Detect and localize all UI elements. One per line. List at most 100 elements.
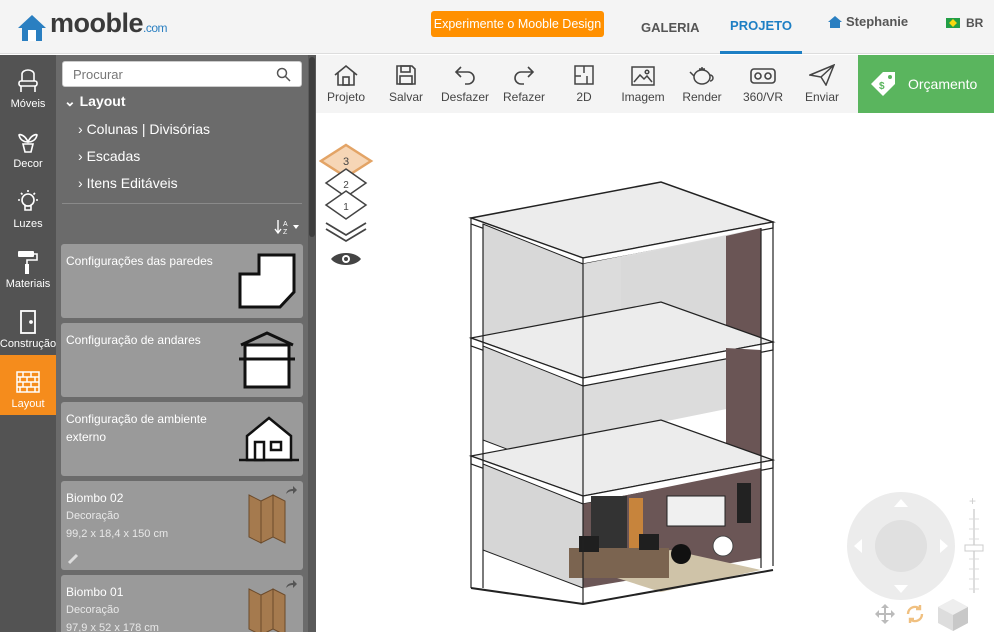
door-icon (20, 310, 36, 334)
card-external-env-config[interactable]: Configuração de ambiente externo (61, 402, 303, 476)
catalog-panel: ⌄ Layout › Colunas | Divisórias › Escada… (56, 55, 308, 632)
logo-house-icon (18, 15, 46, 41)
panel-scrollbar[interactable] (308, 55, 316, 632)
tool-label: Materiais (5, 278, 51, 290)
card-size: 97,9 x 52 x 178 cm (66, 622, 159, 632)
toolbar-render-button[interactable]: Render (682, 55, 722, 113)
floorplan-icon (574, 65, 594, 85)
tool-label: Construção (0, 338, 57, 350)
tool-moveis[interactable]: Móveis (0, 55, 56, 115)
bulb-icon (18, 190, 38, 211)
floors-house-icon (239, 331, 295, 389)
card-floor-config[interactable]: Configuração de andares (61, 323, 303, 397)
toolbar-360vr-button[interactable]: 360/VR (740, 55, 786, 113)
toolbar-label: Desfazer (440, 90, 490, 104)
card-title: Configurações das paredes (66, 254, 213, 268)
chevron-right-icon: › (78, 121, 83, 137)
brazil-flag-icon (946, 18, 960, 28)
floor-1-button[interactable]: 1 (324, 190, 368, 220)
panel-divider (62, 203, 302, 204)
user-menu[interactable]: Stephanie (827, 14, 908, 29)
toolbar-salvar-button[interactable]: Salvar (384, 55, 428, 113)
brick-wall-icon (16, 371, 40, 393)
share-arrow-icon[interactable] (285, 485, 297, 495)
search-icon[interactable] (276, 67, 291, 82)
tool-luzes[interactable]: Luzes (0, 175, 56, 235)
card-size: 99,2 x 18,4 x 150 cm (66, 528, 169, 540)
building-3d-model[interactable] (461, 178, 781, 608)
toolbar-imagem-button[interactable]: Imagem (620, 55, 666, 113)
tree-item-itens-editaveis[interactable]: › Itens Editáveis (78, 175, 178, 191)
nav-projeto[interactable]: PROJETO (720, 0, 802, 54)
tree-item-escadas[interactable]: › Escadas (78, 148, 140, 164)
move-arrows-icon[interactable] (874, 603, 896, 625)
toolbar-projeto-button[interactable]: Projeto (324, 55, 368, 113)
card-category: Decoração (66, 510, 120, 522)
ruler-icon[interactable] (67, 553, 79, 565)
svg-text:A: A (283, 221, 288, 228)
tool-decor[interactable]: Decor (0, 115, 56, 175)
tool-sidebar: Móveis Decor Luzes Materiais Construção … (0, 55, 56, 632)
app-root: mooble.com Experimente o Mooble Design G… (0, 0, 994, 632)
floor-number: 3 (343, 156, 349, 168)
tool-materiais[interactable]: Materiais (0, 235, 56, 295)
teapot-icon (689, 67, 714, 85)
language-label: BR (966, 16, 984, 30)
try-mooble-design-button[interactable]: Experimente o Mooble Design (431, 11, 604, 37)
orcamento-label: Orçamento (908, 76, 978, 92)
toolbar-2d-button[interactable]: 2D (570, 55, 598, 113)
tool-layout[interactable]: Layout (0, 355, 56, 415)
toolbar-enviar-button[interactable]: Enviar (804, 55, 840, 113)
search-input[interactable] (73, 62, 273, 86)
tool-label: Decor (13, 158, 43, 170)
view-cube-icon[interactable] (936, 597, 970, 631)
floor-number: 2 (343, 180, 349, 191)
svg-text:$: $ (879, 81, 885, 92)
mooble-logo[interactable]: mooble.com (16, 8, 168, 43)
share-arrow-icon[interactable] (285, 579, 297, 589)
sort-az-icon[interactable]: AZ (274, 219, 300, 235)
language-selector[interactable]: BR (946, 16, 983, 30)
card-biombo-02[interactable]: Biombo 02 Decoração 99,2 x 18,4 x 150 cm (61, 481, 303, 570)
chevron-right-icon: › (78, 175, 83, 191)
floppy-icon (396, 65, 416, 85)
toolbar-desfazer-button[interactable]: Desfazer (440, 55, 490, 113)
camera-nav-pad[interactable] (846, 491, 956, 601)
3d-viewport[interactable]: 3 2 1 + (316, 113, 994, 632)
card-wall-config[interactable]: Configurações das paredes (61, 244, 303, 318)
chevron-down-icon: ⌄ (64, 93, 76, 109)
tree-item-label: Itens Editáveis (86, 175, 178, 191)
orcamento-button[interactable]: $ Orçamento (858, 55, 994, 113)
toolbar-label: 360/VR (742, 90, 784, 104)
toolbar-label: Imagem (621, 90, 665, 104)
visibility-eye-icon[interactable] (331, 253, 361, 265)
card-category: Decoração (66, 604, 120, 616)
toolbar-label: Enviar (804, 90, 839, 104)
toolbar-refazer-button[interactable]: Refazer (502, 55, 546, 113)
tree-item-colunas[interactable]: › Colunas | Divisórias (78, 121, 210, 137)
logo-suffix: .com (143, 21, 168, 35)
rotate-icon[interactable] (904, 603, 926, 625)
tree-root-label: Layout (79, 93, 126, 109)
scrollbar-thumb[interactable] (309, 57, 315, 237)
toolbar-label: Projeto (326, 90, 366, 104)
floor-selector: 3 2 1 (319, 143, 374, 265)
zoom-slider[interactable]: + (963, 495, 985, 599)
logo-text: mooble.com (50, 8, 168, 38)
svg-text:+: + (969, 495, 976, 508)
nav-galeria[interactable]: GALERIA (641, 0, 700, 54)
image-icon (631, 66, 655, 86)
paper-plane-icon (809, 64, 835, 86)
tree-item-label: Escadas (86, 148, 141, 164)
plant-icon (18, 133, 38, 153)
wall-shape-icon (238, 253, 296, 309)
card-biombo-01[interactable]: Biombo 01 Decoração 97,9 x 52 x 178 cm (61, 575, 303, 632)
tree-root-layout[interactable]: ⌄ Layout (64, 93, 126, 110)
tree-item-label: Colunas | Divisórias (86, 121, 211, 137)
card-title: Configuração de andares (66, 333, 201, 347)
expand-floors-icon[interactable] (325, 222, 367, 243)
tool-construcao[interactable]: Construção (0, 295, 56, 355)
zoom-handle[interactable] (964, 544, 984, 552)
price-tag-icon: $ (871, 72, 895, 96)
chevron-right-icon: › (78, 148, 83, 164)
